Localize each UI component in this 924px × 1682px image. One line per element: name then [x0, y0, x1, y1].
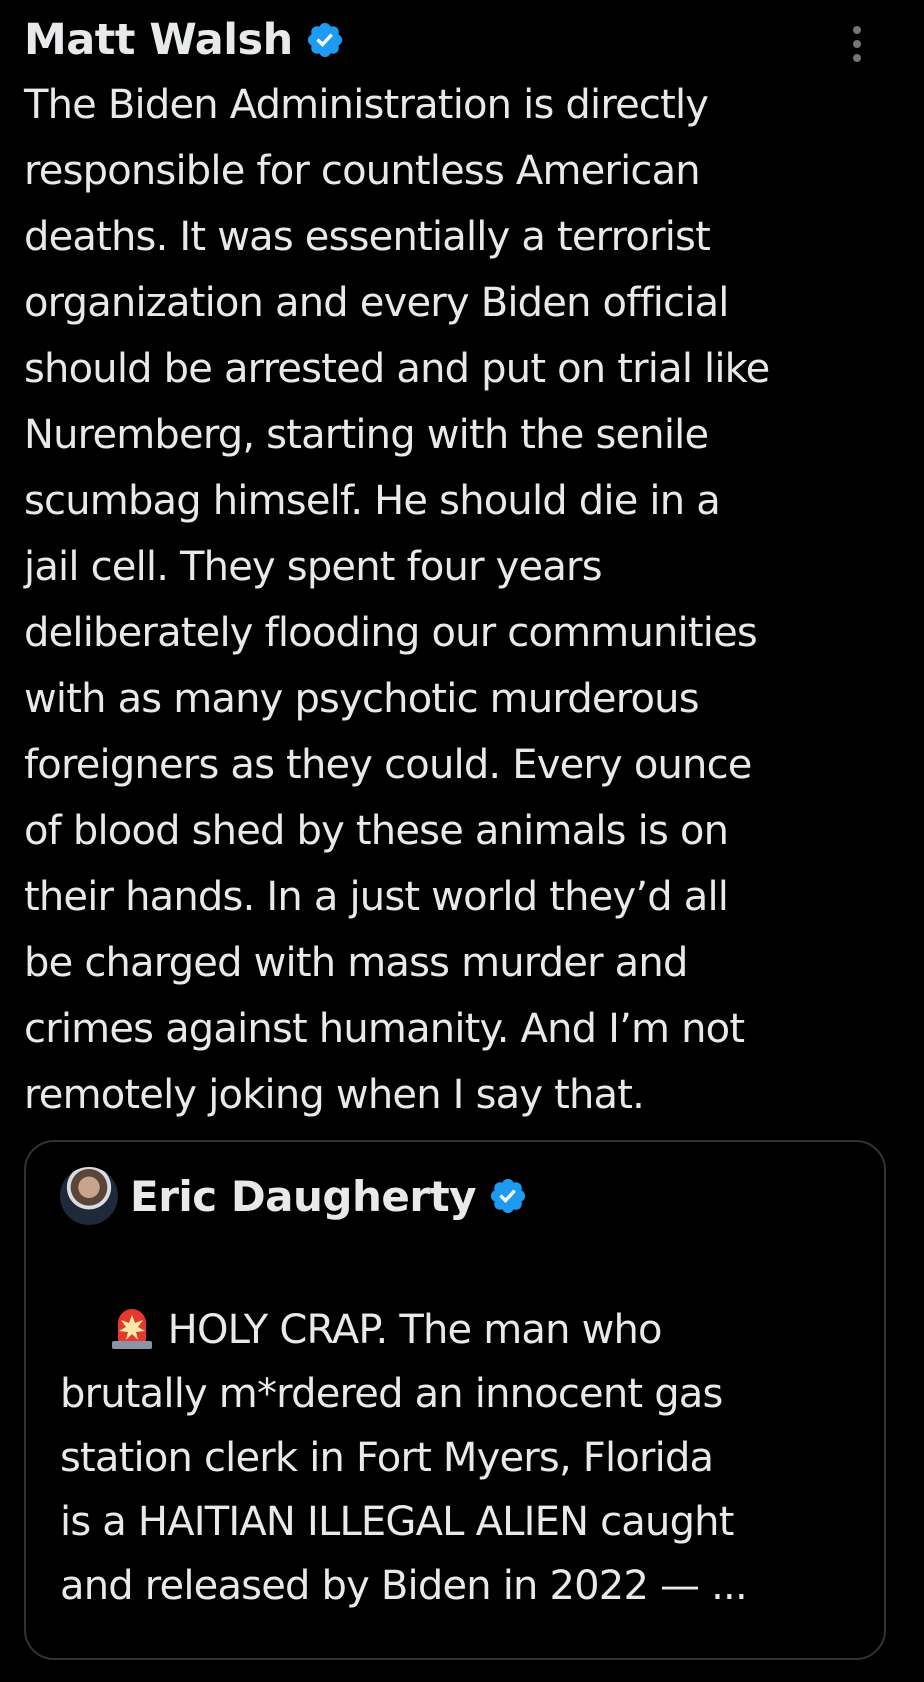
quoted-author-name[interactable]: Eric Daugherty — [130, 1172, 477, 1221]
author-name[interactable]: Matt Walsh — [24, 15, 293, 65]
more-options-icon[interactable] — [850, 24, 864, 64]
post-text: The Biden Administration is directly res… — [24, 82, 770, 1118]
quoted-post-text-container: HOLY CRAP. The man who brutally m*rdered… — [60, 1234, 860, 1682]
police-siren-icon — [111, 1309, 152, 1349]
verified-badge-icon — [490, 1178, 526, 1214]
verified-badge-icon — [307, 22, 342, 58]
quoted-post-card[interactable]: Eric Daugherty HOLY CRAP. The man who br… — [24, 1140, 886, 1660]
quoted-post-header: Eric Daugherty — [60, 1166, 528, 1226]
avatar[interactable] — [60, 1167, 118, 1225]
quoted-post-text: HOLY CRAP. The man who brutally m*rdered… — [60, 1307, 748, 1609]
post-header: Matt Walsh — [24, 10, 345, 70]
